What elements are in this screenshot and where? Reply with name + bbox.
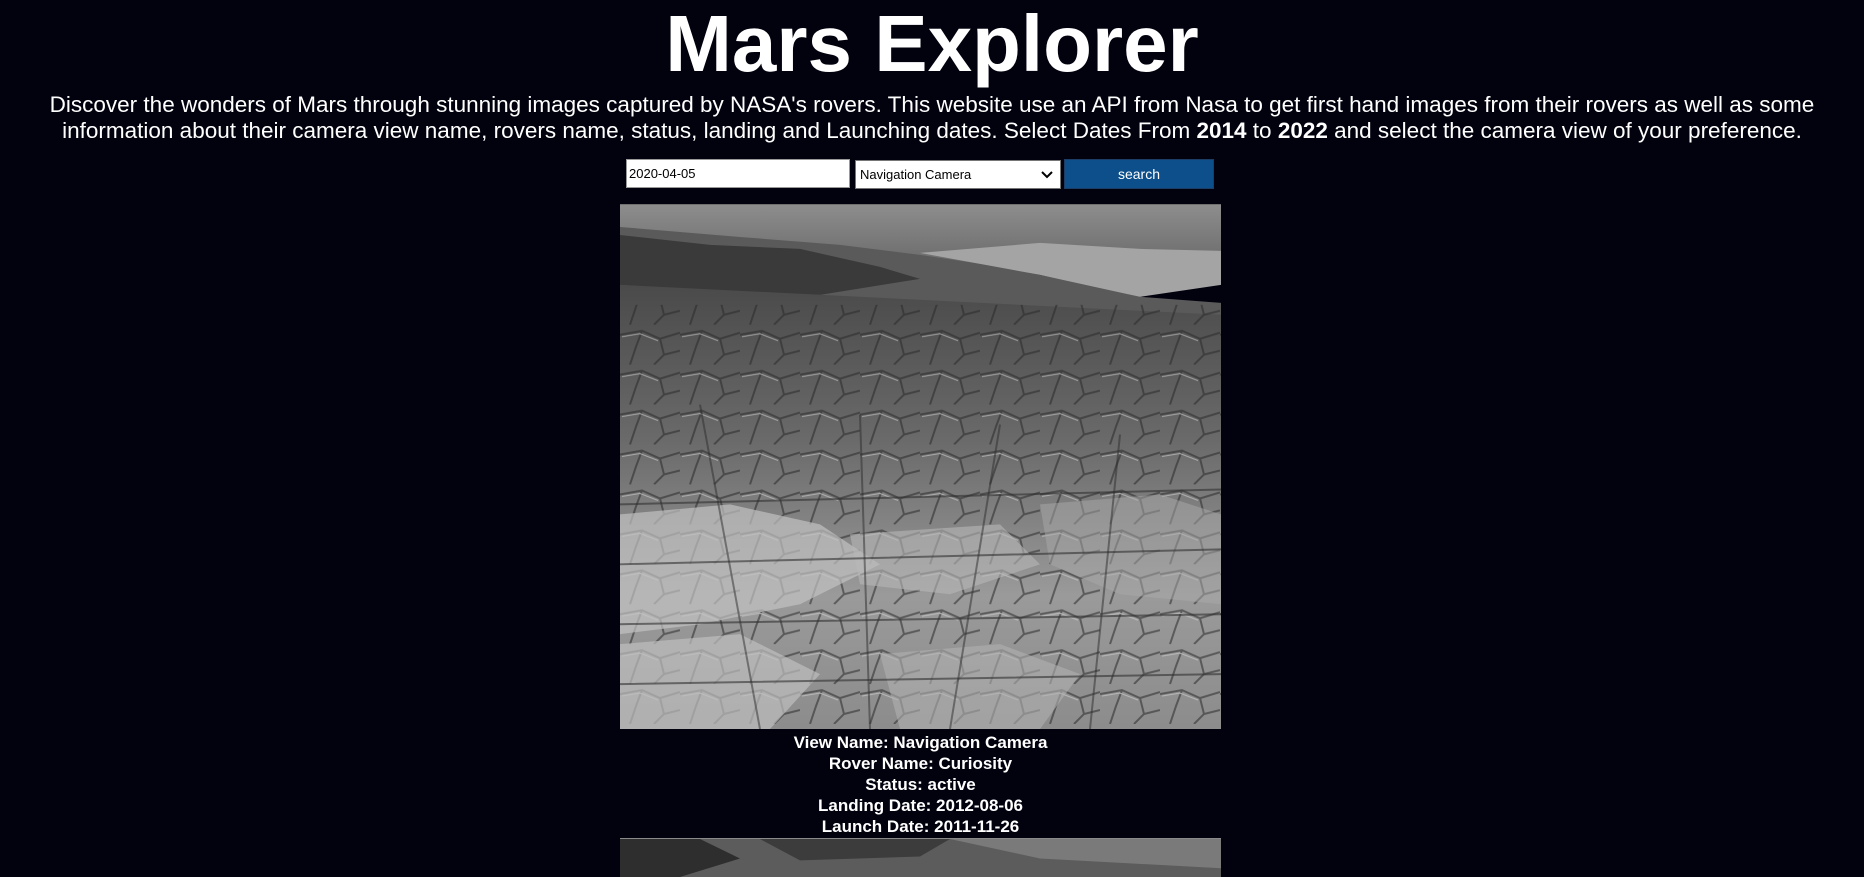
camera-select[interactable]: Navigation Camera <box>855 160 1061 189</box>
view-name: View Name: Navigation Camera <box>793 733 1048 752</box>
launch-date: Launch Date: 2011-11-26 <box>821 817 1020 836</box>
landing-date: Landing Date: 2012-08-06 <box>817 796 1023 815</box>
camera-select-value: Navigation Camera <box>860 167 972 182</box>
intro-text-c: and select the camera view of your prefe… <box>1327 118 1802 143</box>
intro-year-to: 2022 <box>1277 118 1328 143</box>
mars-explorer-page: Mars Explorer Discover the wonders of Ma… <box>0 0 1864 877</box>
search-controls: 2020-04-05 Navigation Camera search <box>0 159 1864 190</box>
photo-info: View Name: Navigation Camera Rover Name:… <box>620 729 1221 837</box>
rover-name: Rover Name: Curiosity <box>828 754 1013 773</box>
page-title: Mars Explorer <box>665 0 1199 88</box>
intro-paragraph: Discover the wonders of Mars through stu… <box>22 92 1842 144</box>
date-input[interactable]: 2020-04-05 <box>626 159 850 188</box>
mars-surface-photo <box>620 204 1221 729</box>
rover-status: Status: active <box>865 775 976 794</box>
intro-text-b: to <box>1246 118 1278 143</box>
photo-card: View Name: Navigation Camera Rover Name:… <box>620 204 1221 837</box>
chevron-down-icon <box>1041 171 1053 179</box>
mars-surface-photo-next <box>620 838 1221 877</box>
search-button[interactable]: search <box>1064 159 1214 189</box>
intro-year-from: 2014 <box>1196 118 1247 143</box>
